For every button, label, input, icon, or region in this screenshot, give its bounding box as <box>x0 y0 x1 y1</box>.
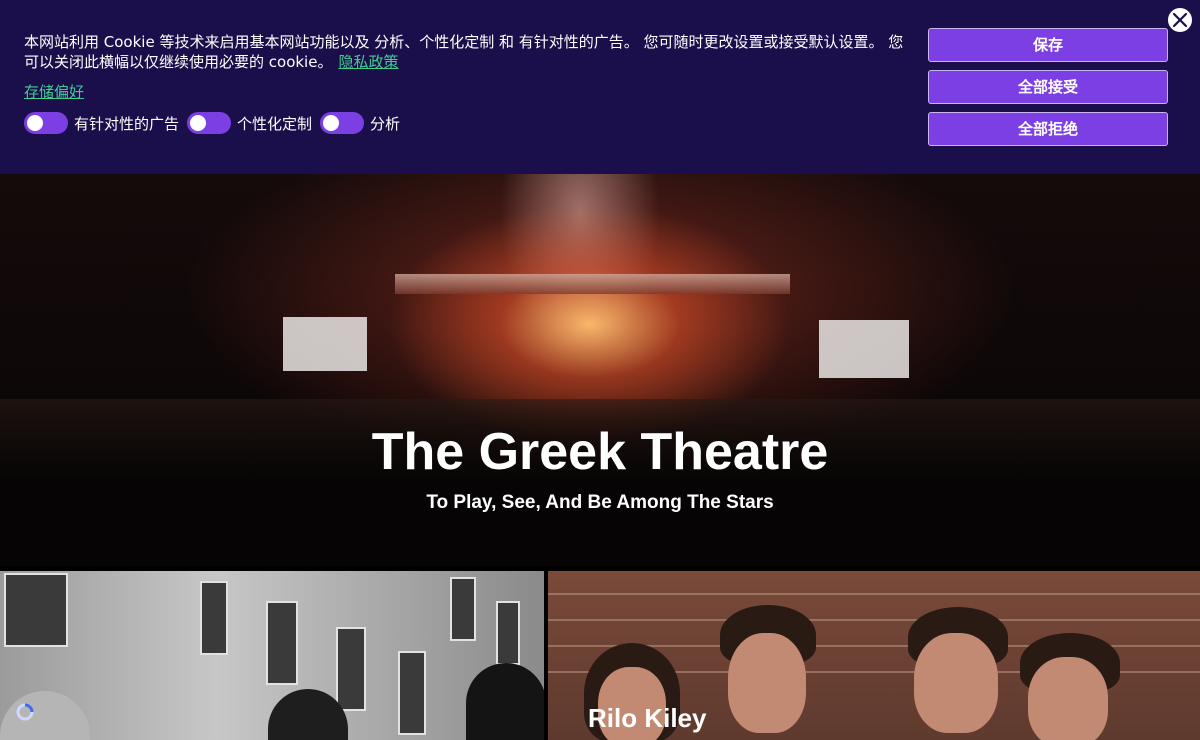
person-face <box>1028 657 1108 740</box>
stage-image-detail <box>395 274 790 294</box>
toggle-analytics: 分析 <box>320 112 400 134</box>
store-preferences-link[interactable]: 存储偏好 <box>24 81 84 102</box>
person-face <box>728 633 806 733</box>
toggle-switch[interactable] <box>320 112 365 134</box>
building-window <box>4 573 68 647</box>
cookie-toggles: 有针对性的广告 个性化定制 分析 <box>24 112 408 134</box>
toggle-label: 个性化定制 <box>237 114 313 133</box>
person-face <box>914 633 998 733</box>
cookie-message: 本网站利用 Cookie 等技术来启用基本网站功能以及 分析、个性化定制 和 有… <box>24 32 909 72</box>
stage-screen-left <box>283 317 367 371</box>
cookie-message-text: 本网站利用 Cookie 等技术来启用基本网站功能以及 分析、个性化定制 和 有… <box>24 33 904 71</box>
save-button[interactable]: 保存 <box>928 28 1168 62</box>
brick-line <box>548 619 1200 621</box>
card-title: Rilo Kiley <box>588 703 707 733</box>
hero-banner[interactable]: The Greek Theatre To Play, See, And Be A… <box>0 174 1200 566</box>
loading-spinner-icon <box>16 703 34 721</box>
building-window <box>336 627 366 711</box>
person-silhouette <box>0 691 90 740</box>
stage-screen-right <box>819 320 909 378</box>
building-window <box>398 651 426 735</box>
toggle-targeted-ads: 有针对性的广告 <box>24 112 179 134</box>
brick-line <box>548 593 1200 595</box>
building-window <box>266 601 298 685</box>
building-window <box>496 601 520 665</box>
event-card[interactable] <box>0 571 544 740</box>
person-silhouette <box>466 663 544 740</box>
toggle-personalization: 个性化定制 <box>187 112 312 134</box>
cookie-banner: 本网站利用 Cookie 等技术来启用基本网站功能以及 分析、个性化定制 和 有… <box>0 0 1200 174</box>
toggle-switch[interactable] <box>187 112 232 134</box>
privacy-policy-link[interactable]: 隐私政策 <box>338 53 398 71</box>
building-window <box>450 577 476 641</box>
accept-all-button[interactable]: 全部接受 <box>928 70 1168 104</box>
hero-subtitle: To Play, See, And Be Among The Stars <box>426 492 774 513</box>
toggle-switch[interactable] <box>24 112 68 134</box>
toggle-label: 有针对性的广告 <box>74 114 180 133</box>
cookie-buttons: 保存 全部接受 全部拒绝 <box>928 28 1168 154</box>
event-card[interactable]: Rilo Kiley <box>548 571 1200 740</box>
hero-title: The Greek Theatre <box>371 423 829 481</box>
close-banner-button[interactable] <box>1166 6 1194 34</box>
close-icon <box>1172 12 1188 28</box>
building-window <box>200 581 228 655</box>
reject-all-button[interactable]: 全部拒绝 <box>928 112 1168 146</box>
toggle-label: 分析 <box>370 114 401 133</box>
